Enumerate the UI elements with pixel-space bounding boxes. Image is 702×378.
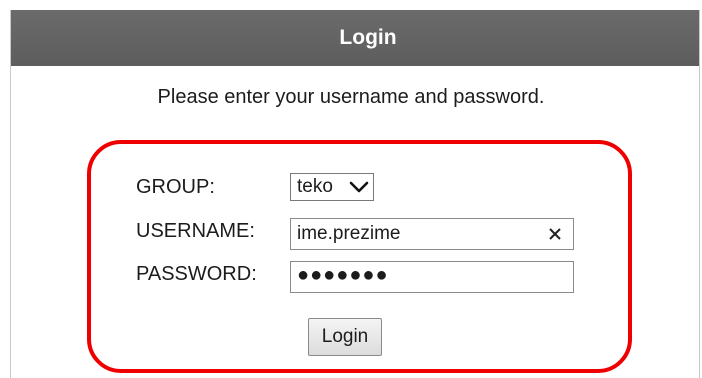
login-button[interactable]: Login bbox=[308, 318, 382, 356]
group-select-value: teko bbox=[297, 176, 333, 197]
login-header: Login bbox=[11, 10, 699, 66]
password-label: PASSWORD: bbox=[136, 263, 257, 285]
username-label: USERNAME: bbox=[136, 220, 255, 242]
username-field[interactable]: ime.prezime bbox=[290, 218, 574, 250]
group-label: GROUP: bbox=[136, 176, 215, 198]
header-title: Login bbox=[339, 26, 397, 49]
username-value: ime.prezime bbox=[297, 223, 401, 244]
password-field[interactable]: ●●●●●●● bbox=[290, 261, 574, 293]
close-icon[interactable] bbox=[541, 220, 569, 248]
password-value: ●●●●●●● bbox=[297, 263, 389, 286]
group-select[interactable]: teko bbox=[290, 173, 374, 201]
instruction-text: Please enter your username and password. bbox=[157, 86, 545, 108]
chevron-down-icon bbox=[348, 177, 370, 197]
